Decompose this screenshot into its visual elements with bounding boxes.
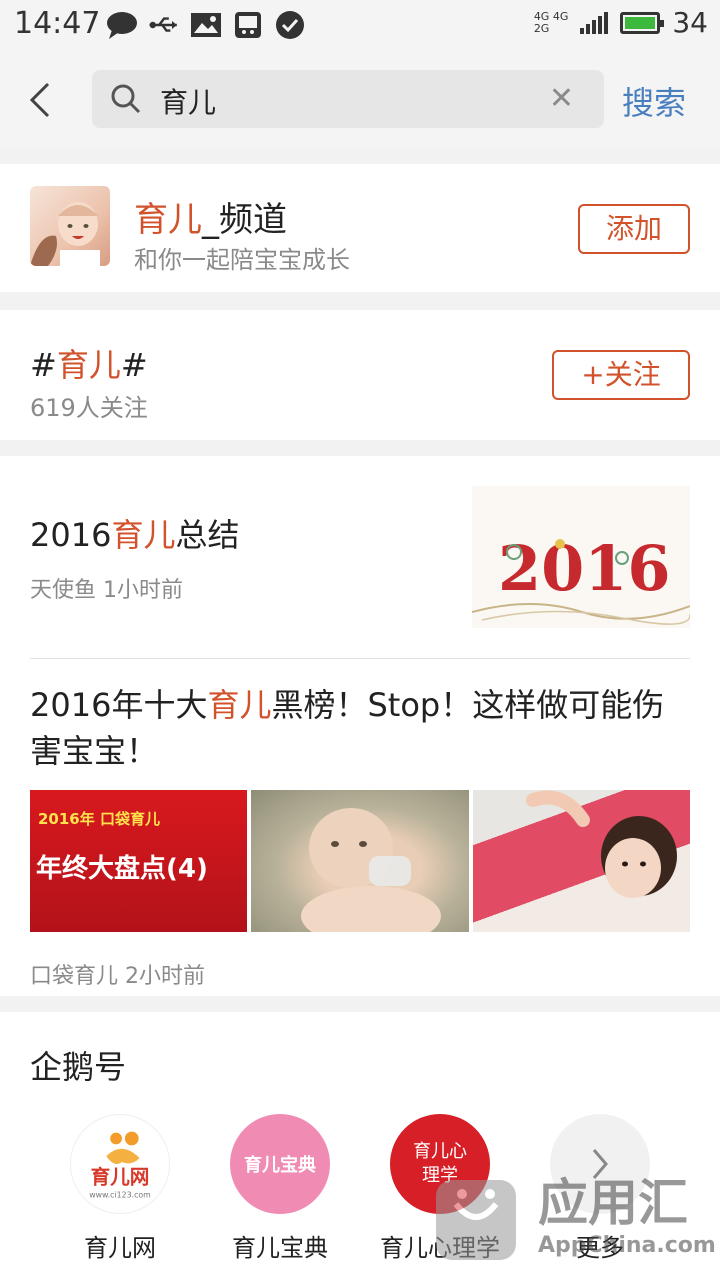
account-logo: 育儿宝典 xyxy=(230,1114,330,1214)
articles-card: 2016育儿总结 天使鱼 1小时前 2016 2016年十大育儿黑榜！Stop！… xyxy=(0,456,720,996)
section-title: 企鹅号 xyxy=(30,1048,127,1086)
article-image: 2016年 口袋育儿 年终大盘点(4) xyxy=(30,790,248,932)
svg-text:育儿网: 育儿网 xyxy=(91,1166,150,1189)
android-icon xyxy=(232,10,264,40)
chevron-left-icon xyxy=(29,82,50,118)
back-button[interactable] xyxy=(26,80,54,120)
image-icon xyxy=(190,10,222,40)
article-image xyxy=(251,790,469,932)
channel-card[interactable]: 育儿_频道 和你一起陪宝宝成长 添加 xyxy=(0,164,720,292)
svg-text:www.ci123.com: www.ci123.com xyxy=(89,1190,151,1199)
search-header: 育儿 ✕ 搜索 xyxy=(0,52,720,148)
appchina-watermark: 应用汇 AppChina.com xyxy=(428,1150,720,1270)
topic-card[interactable]: #育儿# 619人关注 +关注 xyxy=(0,310,720,440)
chat-icon xyxy=(106,10,138,40)
add-channel-button[interactable]: 添加 xyxy=(578,204,690,254)
svg-text:2016: 2016 xyxy=(498,532,671,605)
account-name: 育儿网 xyxy=(84,1234,156,1262)
channel-thumbnail xyxy=(30,186,110,266)
check-circle-icon xyxy=(274,10,306,40)
topic-title: #育儿# xyxy=(30,346,148,384)
network-type: 4G 4G 2G xyxy=(533,9,569,35)
signal-icon xyxy=(580,11,609,34)
article-title: 2016育儿总结 xyxy=(30,516,240,554)
battery-level: 34 xyxy=(672,6,708,39)
account-item[interactable]: 育儿宝典 育儿宝典 xyxy=(210,1114,350,1263)
article-image xyxy=(472,790,690,932)
article-meta: 口袋育儿 2小时前 xyxy=(30,964,205,989)
article-images: 2016年 口袋育儿 年终大盘点(4) xyxy=(30,790,690,932)
channel-title: 育儿_频道 xyxy=(134,200,287,240)
topic-followers: 619人关注 xyxy=(30,394,148,422)
article-meta: 天使鱼 1小时前 xyxy=(30,578,183,603)
search-input[interactable]: 育儿 ✕ xyxy=(92,70,604,128)
channel-subtitle: 和你一起陪宝宝成长 xyxy=(134,246,350,274)
search-icon xyxy=(111,84,141,114)
svg-text:AppChina.com: AppChina.com xyxy=(538,1233,716,1258)
divider xyxy=(30,658,690,659)
clear-icon[interactable]: ✕ xyxy=(549,84,574,114)
usb-icon xyxy=(148,10,180,40)
status-time: 14:47 xyxy=(14,6,101,41)
account-item[interactable]: 育儿网 www.ci123.com 育儿网 xyxy=(50,1114,190,1263)
account-logo: 育儿网 www.ci123.com xyxy=(70,1114,170,1214)
account-name: 育儿宝典 xyxy=(232,1234,328,1262)
battery-icon xyxy=(620,11,665,34)
status-bar: 14:47 4G 4G 2G 34 xyxy=(0,0,720,52)
search-button[interactable]: 搜索 xyxy=(622,78,686,124)
follow-button[interactable]: +关注 xyxy=(552,350,690,400)
article-title: 2016年十大育儿黑榜！Stop！这样做可能伤害宝宝！ xyxy=(30,686,665,770)
search-query: 育儿 xyxy=(160,86,217,119)
article-thumbnail: 2016 xyxy=(472,486,690,628)
svg-text:应用汇: 应用汇 xyxy=(538,1174,688,1232)
